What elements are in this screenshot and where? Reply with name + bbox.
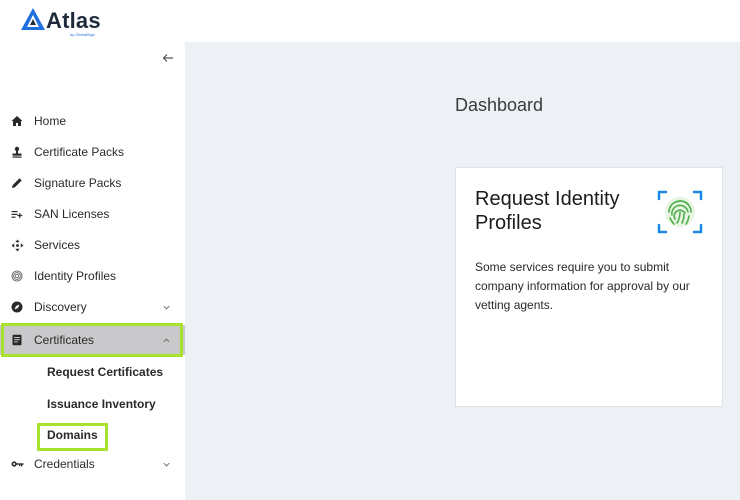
sidebar-item-certificates[interactable]: Certificates <box>0 325 185 355</box>
sidebar-item-home[interactable]: Home <box>0 106 185 136</box>
sidebar-item-services[interactable]: Services <box>0 230 185 260</box>
fingerprint-icon <box>9 268 25 284</box>
sidebar-item-label: Credentials <box>34 457 95 471</box>
sidebar-item-identity-profiles[interactable]: Identity Profiles <box>0 261 185 291</box>
card-title: Request Identity Profiles <box>475 188 620 234</box>
chevron-down-icon[interactable] <box>160 301 172 313</box>
pen-icon <box>9 175 25 191</box>
list-add-icon <box>9 206 25 222</box>
sidebar-item-label: Discovery <box>34 300 87 314</box>
sidebar-item-discovery[interactable]: Discovery <box>0 292 185 322</box>
sidebar-item-label: Services <box>34 238 81 252</box>
main-content: Dashboard Request Identity Profiles Some… <box>185 42 740 500</box>
atlas-triangle-icon <box>21 8 45 30</box>
collapse-sidebar-button[interactable] <box>160 51 176 67</box>
sidebar-item-san-licenses[interactable]: SAN Licenses <box>0 199 185 229</box>
sidebar-subitem-issuance-inventory[interactable]: Issuance Inventory <box>47 397 156 411</box>
sidebar-item-label: Certificate Packs <box>34 145 125 159</box>
compass-icon <box>9 299 25 315</box>
sidebar-subitem-request-certificates[interactable]: Request Certificates <box>47 365 163 379</box>
brand-name: Atlas <box>46 8 101 33</box>
sidebar-item-signature-packs[interactable]: Signature Packs <box>0 168 185 198</box>
stamp-icon <box>9 144 25 160</box>
sidebar-item-label: Signature Packs <box>34 176 122 190</box>
brand-sub: by GlobalSign <box>70 32 95 37</box>
fingerprint-scan-icon <box>656 188 704 236</box>
chevron-down-icon[interactable] <box>160 458 172 470</box>
sidebar-item-credentials[interactable]: Credentials <box>0 449 185 479</box>
move-arrows-icon <box>9 237 25 253</box>
sidebar: Home Certificate Packs Signature Packs S… <box>0 42 185 500</box>
home-icon <box>9 113 25 129</box>
sidebar-item-label: Home <box>34 114 67 128</box>
atlas-logo[interactable]: Atlas by GlobalSign <box>20 6 120 37</box>
sidebar-subitem-domains[interactable]: Domains <box>47 428 98 442</box>
arrow-left-icon <box>162 54 173 62</box>
page-title: Dashboard <box>455 95 544 115</box>
card-description: Some services require you to submit comp… <box>475 260 690 312</box>
sidebar-item-label: Identity Profiles <box>34 269 117 283</box>
document-icon <box>9 332 25 348</box>
sidebar-item-label: Certificates <box>34 333 95 347</box>
request-identity-profiles-card[interactable]: Request Identity Profiles Some services … <box>455 167 723 407</box>
sidebar-item-label: SAN Licenses <box>34 207 110 221</box>
top-bar: Atlas by GlobalSign <box>0 0 740 42</box>
key-icon <box>9 456 25 472</box>
sidebar-item-certificate-packs[interactable]: Certificate Packs <box>0 137 185 167</box>
chevron-up-icon[interactable] <box>160 334 172 346</box>
